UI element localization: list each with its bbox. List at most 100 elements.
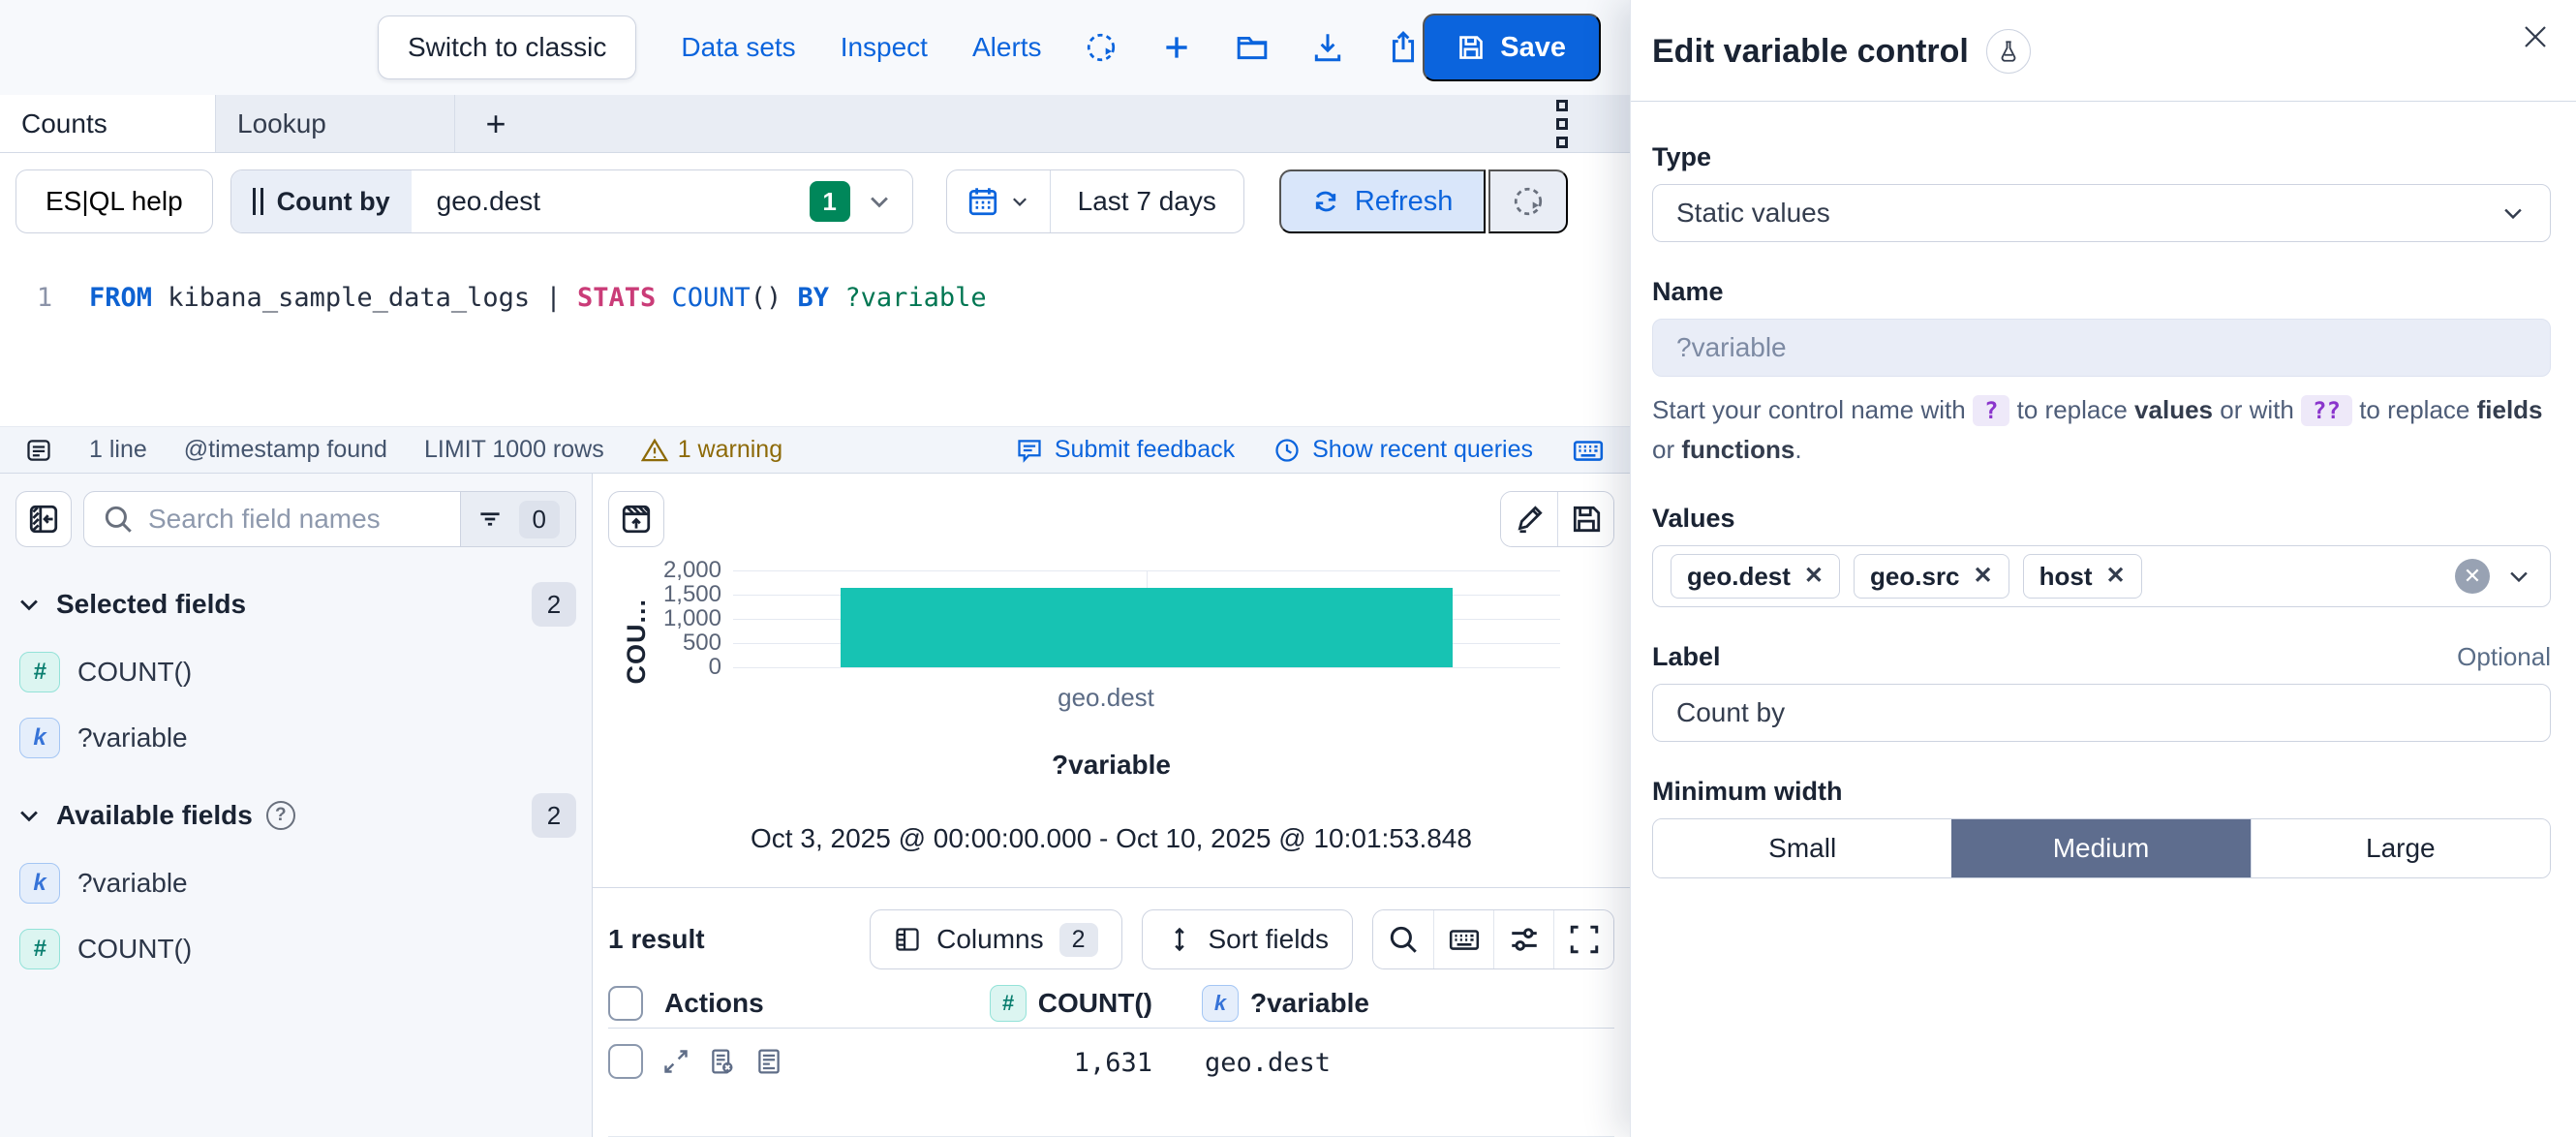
actions-column-header[interactable]: Actions — [664, 988, 764, 1019]
keyboard-shortcuts-button[interactable] — [1433, 910, 1493, 968]
run-query-button[interactable] — [1488, 169, 1568, 233]
edit-visualization-button[interactable] — [1501, 492, 1557, 546]
columns-button-label: Columns — [936, 924, 1043, 955]
inspect-link[interactable]: Inspect — [841, 32, 928, 63]
chevron-down-icon — [15, 591, 43, 618]
alerts-link[interactable]: Alerts — [972, 32, 1042, 63]
width-option-large[interactable]: Large — [2251, 819, 2550, 877]
data-sets-link[interactable]: Data sets — [681, 32, 795, 63]
search-in-table-button[interactable] — [1373, 910, 1433, 968]
table-row[interactable]: 1,631 geo.dest — [608, 1029, 1614, 1137]
field-filter-button[interactable]: 0 — [460, 492, 575, 546]
keyboard-shortcuts-icon[interactable] — [1572, 434, 1605, 467]
histogram-chart: COU... 2,000 1,500 1,000 500 0 — [608, 570, 1614, 713]
selected-fields-header[interactable]: Selected fields 2 — [15, 582, 576, 627]
switch-to-classic-button[interactable]: Switch to classic — [378, 15, 636, 79]
value-tag-label: host — [2039, 562, 2093, 592]
chevron-down-icon — [2499, 200, 2527, 227]
esql-editor[interactable]: 1 FROM kibana_sample_data_logs | STATS C… — [0, 250, 1630, 426]
variable-name-input[interactable]: ?variable — [1652, 319, 2551, 377]
chevron-down-icon[interactable] — [2505, 563, 2532, 590]
width-option-medium[interactable]: Medium — [1951, 819, 2250, 877]
values-combobox[interactable]: geo.dest ✕ geo.src ✕ host ✕ ✕ — [1652, 545, 2551, 607]
type-label: Type — [1652, 142, 2551, 172]
save-visualization-button[interactable] — [1557, 492, 1613, 546]
new-session-icon[interactable] — [1160, 31, 1193, 64]
fullscreen-button[interactable] — [1553, 910, 1613, 968]
count-column-header[interactable]: # COUNT() — [990, 985, 1152, 1022]
esql-editor-line[interactable]: 1 FROM kibana_sample_data_logs | STATS C… — [0, 283, 1630, 313]
name-label: Name — [1652, 277, 2551, 307]
field-item-count[interactable]: # COUNT() — [15, 929, 576, 969]
select-all-checkbox[interactable] — [608, 986, 643, 1021]
results-toolbar: 1 result Columns 2 Sort fields — [608, 909, 1614, 969]
warning-status[interactable]: 1 warning — [641, 436, 782, 464]
type-form-group: Type Static values — [1652, 142, 2551, 242]
tab-lookup[interactable]: Lookup — [215, 95, 455, 152]
add-tab-button[interactable]: + — [455, 95, 537, 152]
save-button-label: Save — [1500, 32, 1566, 64]
date-picker-calendar-button[interactable] — [947, 170, 1051, 232]
flyout-body: Type Static values Name ?variable Start … — [1631, 102, 2576, 878]
value-tag[interactable]: geo.src ✕ — [1854, 554, 2009, 599]
warning-label: 1 warning — [678, 436, 782, 464]
available-fields-header[interactable]: Available fields ? 2 — [15, 793, 576, 838]
toggle-chart-button[interactable] — [608, 491, 664, 547]
count-cell-value[interactable]: 1,631 — [1074, 1048, 1152, 1078]
sort-fields-button[interactable]: Sort fields — [1142, 909, 1354, 969]
value-tag[interactable]: host ✕ — [2023, 554, 2142, 599]
value-tag[interactable]: geo.dest ✕ — [1671, 554, 1840, 599]
expand-row-icon[interactable] — [662, 1048, 690, 1075]
tab-counts[interactable]: Counts — [0, 95, 215, 152]
chevron-down-icon[interactable] — [866, 188, 893, 215]
download-icon[interactable] — [1311, 31, 1344, 64]
available-fields-count-badge: 2 — [532, 793, 576, 838]
chart-x-axis-label: geo.dest — [652, 683, 1560, 713]
top-toolbar: Switch to classic Data sets Inspect Aler… — [0, 0, 1630, 95]
columns-button[interactable]: Columns 2 — [870, 909, 1121, 969]
field-item-variable[interactable]: k ?variable — [15, 863, 576, 904]
count-by-control[interactable]: Count by geo.dest 1 — [230, 169, 913, 233]
y-tick: 500 — [683, 630, 721, 657]
chart-plot-row: 2,000 1,500 1,000 500 0 — [652, 570, 1614, 667]
control-label-section[interactable]: Count by — [231, 170, 412, 232]
remove-value-icon[interactable]: ✕ — [1974, 565, 1993, 588]
help-icon[interactable]: ? — [266, 801, 295, 830]
width-option-small[interactable]: Small — [1653, 819, 1951, 877]
tech-preview-flask-icon[interactable] — [1986, 29, 2031, 74]
save-button[interactable]: Save — [1423, 14, 1601, 81]
chart-plot-area[interactable] — [733, 570, 1560, 667]
clear-all-values-icon[interactable]: ✕ — [2455, 559, 2490, 594]
recent-queries-link[interactable]: Show recent queries — [1273, 436, 1533, 464]
field-item-variable[interactable]: k ?variable — [15, 718, 576, 758]
view-document-icon[interactable] — [755, 1048, 782, 1075]
chart-edit-save-group — [1500, 491, 1614, 547]
y-tick: 0 — [709, 654, 721, 681]
esql-help-button[interactable]: ES|QL help — [15, 169, 213, 233]
close-flyout-icon[interactable] — [2520, 21, 2551, 52]
refresh-button[interactable]: Refresh — [1279, 169, 1487, 233]
variable-column-header[interactable]: k ?variable — [1202, 985, 1369, 1022]
remove-value-icon[interactable]: ✕ — [2106, 565, 2126, 588]
chart-y-ticks: 2,000 1,500 1,000 500 0 — [652, 570, 733, 667]
collapse-sidebar-button[interactable] — [15, 491, 72, 547]
row-checkbox[interactable] — [608, 1044, 643, 1079]
drag-handle-icon[interactable] — [253, 188, 263, 215]
type-select[interactable]: Static values — [1652, 184, 2551, 242]
degraded-fields-icon[interactable] — [709, 1048, 736, 1075]
field-item-count[interactable]: # COUNT() — [15, 652, 576, 692]
variable-cell-value[interactable]: geo.dest — [1205, 1048, 1331, 1078]
time-range-button[interactable]: Last 7 days — [1051, 170, 1243, 232]
share-icon[interactable] — [1387, 31, 1420, 64]
label-input[interactable]: Count by — [1652, 684, 2551, 742]
remove-value-icon[interactable]: ✕ — [1804, 565, 1824, 588]
esql-token-count: COUNT — [671, 283, 750, 313]
tab-menu-kebab-icon[interactable] — [1556, 100, 1568, 148]
display-options-button[interactable] — [1493, 910, 1553, 968]
min-width-button-group: Small Medium Large — [1652, 818, 2551, 878]
submit-feedback-link[interactable]: Submit feedback — [1016, 436, 1235, 464]
open-folder-icon[interactable] — [1236, 31, 1269, 64]
chart-bar[interactable] — [841, 588, 1453, 667]
search-field-names-input[interactable] — [148, 504, 460, 535]
background-search-icon[interactable] — [1085, 31, 1118, 64]
